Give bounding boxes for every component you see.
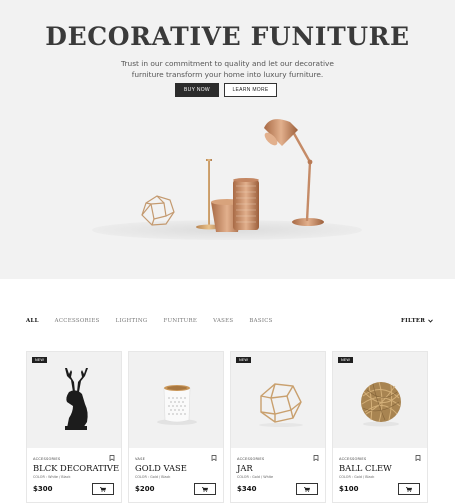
product-name[interactable]: BALL CLEW — [339, 463, 392, 473]
learn-more-button[interactable]: LEARN MORE — [224, 83, 277, 97]
product-image[interactable]: NEW — [231, 352, 325, 448]
filter-label: FILTER — [401, 318, 426, 324]
product-price: $300 — [33, 485, 53, 493]
geometric-gold-jar-image — [259, 383, 303, 427]
cart-icon — [406, 486, 412, 492]
product-price: $200 — [135, 485, 155, 493]
add-to-cart-button[interactable] — [194, 483, 216, 495]
product-name[interactable]: GOLD VASE — [135, 463, 187, 473]
product-color: COLOR : White / Black — [33, 475, 71, 479]
tab-all[interactable]: ALL — [26, 318, 39, 328]
tab-accessories[interactable]: ACCESSORIES — [55, 318, 100, 328]
product-price: $100 — [339, 485, 359, 493]
product-card[interactable]: NEW ACCESSORIES BALL CLEW COLOR : Gold /… — [332, 351, 428, 503]
tab-vases[interactable]: VASES — [213, 318, 233, 328]
product-category: ACCESSORIES — [33, 457, 61, 461]
cart-icon — [100, 486, 106, 492]
product-category: ACCESSORIES — [237, 457, 265, 461]
tab-funiture[interactable]: FUNITURE — [163, 318, 197, 328]
chevron-down-icon — [428, 319, 433, 323]
product-card[interactable]: NEW ACCESSORIES JAR COLOR : Gold / White… — [230, 351, 326, 503]
product-card[interactable]: NEW ACCESSORIES BLCK DECORATIVE COLOR : … — [26, 351, 122, 503]
product-color: COLOR : Gold / White — [237, 475, 274, 479]
product-color: COLOR : Gold / Black — [135, 475, 171, 479]
product-image[interactable] — [129, 352, 223, 448]
add-to-cart-button[interactable] — [296, 483, 318, 495]
lantern-illustration — [233, 178, 259, 230]
product-image[interactable]: NEW — [333, 352, 427, 448]
bookmark-icon[interactable] — [211, 455, 217, 461]
product-grid: NEW ACCESSORIES BLCK DECORATIVE COLOR : … — [26, 351, 429, 503]
hero-subtitle: Trust in our commitment to quality and l… — [121, 59, 334, 79]
new-badge: NEW — [338, 357, 354, 363]
geometric-jar-illustration — [141, 195, 175, 226]
bookmark-icon[interactable] — [109, 455, 115, 461]
bookmark-icon[interactable] — [313, 455, 319, 461]
new-badge: NEW — [32, 357, 48, 363]
wicker-ball-image — [361, 381, 401, 427]
product-category: VASE — [135, 457, 146, 461]
hero-product-scene — [92, 119, 362, 240]
tab-lighting[interactable]: LIGHTING — [116, 318, 148, 328]
buy-now-button[interactable]: BUY NOW — [175, 83, 219, 97]
desk-lamp-illustration — [264, 119, 324, 226]
product-price: $340 — [237, 485, 257, 493]
cart-icon — [304, 486, 310, 492]
product-card[interactable]: VASE GOLD VASE COLOR : Gold / Black $200 — [128, 351, 224, 503]
deer-head-sculpture-image — [65, 368, 88, 430]
tab-basics[interactable]: BASICS — [249, 318, 272, 328]
category-filter-tabs: ALL ACCESSORIES LIGHTING FUNITURE VASES … — [26, 318, 289, 328]
new-badge: NEW — [236, 357, 252, 363]
product-name[interactable]: BLCK DECORATIVE — [33, 463, 119, 473]
white-gold-vase-image — [157, 385, 197, 425]
product-category: ACCESSORIES — [339, 457, 367, 461]
add-to-cart-button[interactable] — [398, 483, 420, 495]
add-to-cart-button[interactable] — [92, 483, 114, 495]
product-name[interactable]: JAR — [237, 463, 253, 473]
hero-title: DECORATIVE FUNITURE — [45, 22, 410, 51]
product-color: COLOR : Gold / Black — [339, 475, 375, 479]
filter-dropdown[interactable]: FILTER — [401, 318, 433, 324]
bookmark-icon[interactable] — [415, 455, 421, 461]
product-image[interactable]: NEW — [27, 352, 121, 448]
hero-banner: DECORATIVE FUNITURE Trust in our commitm… — [0, 0, 455, 279]
cart-icon — [202, 486, 208, 492]
